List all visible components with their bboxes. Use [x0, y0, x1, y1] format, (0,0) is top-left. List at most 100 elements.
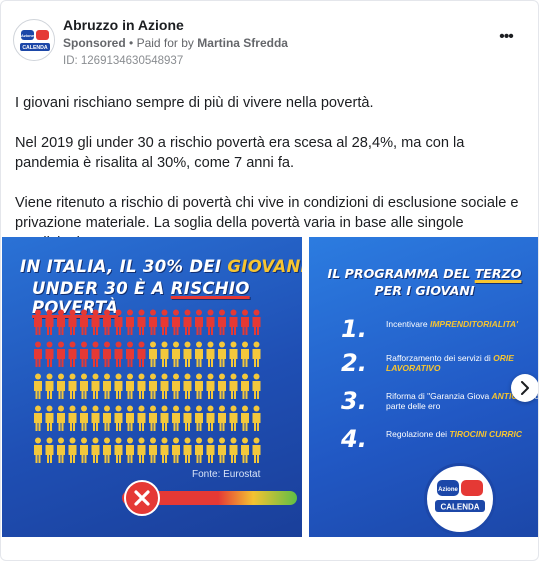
person-icon — [57, 437, 65, 463]
person-icon — [68, 309, 77, 335]
slide1-headline-line1: IN ITALIA, IL 30% DEI GIOVANI — [20, 257, 302, 276]
person-icon — [252, 309, 261, 335]
person-icon — [195, 373, 203, 399]
person-icon — [149, 437, 157, 463]
person-icon — [34, 405, 42, 431]
person-icon — [114, 309, 123, 335]
person-icon — [45, 373, 54, 399]
person-icon — [91, 437, 100, 463]
person-icon — [45, 405, 54, 431]
person-icon — [45, 437, 54, 463]
person-icon — [183, 341, 192, 367]
person-icon — [241, 309, 249, 335]
person-icon — [57, 405, 65, 431]
person-icon — [149, 373, 157, 399]
person-icon — [126, 309, 134, 335]
person-icon — [206, 405, 215, 431]
program-item-number: 2. — [341, 349, 367, 377]
person-icon — [34, 309, 42, 335]
logo2-top: Azione — [438, 487, 458, 493]
person-icon — [229, 309, 238, 335]
person-icon — [137, 405, 146, 431]
person-icon — [218, 437, 226, 463]
post-header: Azione CALENDA Abruzzo in Azione Sponsor… — [13, 13, 528, 73]
post-paragraph-1: I giovani rischiano sempre di più di viv… — [15, 95, 374, 111]
carousel-slide-2[interactable]: IL PROGRAMMA DEL TERZO PER I GIOVANI 1. I… — [309, 237, 538, 537]
person-icon — [137, 437, 146, 463]
person-icon — [183, 405, 192, 431]
program-item-text: Incentivare IMPRENDITORIALITA' — [386, 319, 519, 329]
person-icon — [218, 341, 226, 367]
person-icon — [68, 373, 77, 399]
slide2-title: IL PROGRAMMA DEL TERZO PER I GIOVANI — [327, 266, 522, 298]
person-icon — [160, 309, 169, 335]
person-icon — [172, 405, 180, 431]
person-icon — [34, 373, 42, 399]
person-icon — [114, 341, 123, 367]
paid-for-name: Martina Sfredda — [197, 36, 288, 50]
person-icon — [137, 309, 146, 335]
person-icon — [103, 405, 111, 431]
ad-id: ID: 1269134630548937 — [63, 55, 184, 67]
avatar-logo-bottom: CALENDA — [22, 45, 48, 51]
person-icon — [137, 341, 146, 367]
person-icon — [126, 437, 134, 463]
person-icon — [91, 341, 100, 367]
page-avatar[interactable]: Azione CALENDA — [13, 19, 55, 61]
person-icon — [160, 373, 169, 399]
person-icon — [206, 373, 215, 399]
person-icon — [114, 373, 123, 399]
program-item-number: 4. — [341, 425, 367, 453]
person-icon — [80, 373, 88, 399]
person-icon — [252, 437, 261, 463]
program-item-text: Rafforzamento dei servizi di ORIE LAVORA… — [386, 353, 514, 373]
chevron-right-icon — [521, 381, 529, 395]
person-icon — [229, 373, 238, 399]
program-item-number: 3. — [341, 387, 367, 415]
person-icon — [126, 373, 134, 399]
person-icon — [103, 373, 111, 399]
person-icon — [68, 341, 77, 367]
person-icon — [206, 437, 215, 463]
program-item-number: 1. — [341, 315, 367, 343]
sponsored-line: Sponsored • Paid for by Martina Sfredda — [63, 36, 288, 50]
person-icon — [172, 373, 180, 399]
page-name[interactable]: Abruzzo in Azione — [63, 17, 184, 33]
more-options-button[interactable]: ••• — [494, 29, 518, 45]
person-icon — [252, 405, 261, 431]
ad-card: Azione CALENDA Abruzzo in Azione Sponsor… — [0, 0, 539, 561]
person-icon — [80, 405, 88, 431]
person-icon — [57, 309, 65, 335]
calenda-logo-icon: Azione CALENDA — [435, 480, 485, 512]
person-icon — [218, 405, 226, 431]
person-icon — [241, 373, 249, 399]
person-icon — [183, 309, 192, 335]
person-icon — [195, 341, 203, 367]
person-icon — [126, 341, 134, 367]
person-icon — [91, 373, 100, 399]
source-label: Fonte: Eurostat — [192, 469, 261, 480]
people-grid — [34, 309, 261, 463]
program-item-text: Regolazione dei TIROCINI CURRIC — [386, 429, 523, 439]
person-icon — [45, 309, 54, 335]
post-paragraph-2: Nel 2019 gli under 30 a rischio povertà … — [15, 135, 465, 171]
person-icon — [80, 309, 88, 335]
carousel-slide-1[interactable]: IN ITALIA, IL 30% DEI GIOVANI UNDER 30 È… — [2, 237, 302, 537]
carousel-next-button[interactable] — [511, 374, 538, 402]
person-icon — [34, 341, 42, 367]
person-icon — [160, 341, 169, 367]
person-icon — [252, 373, 261, 399]
logo2-bottom: CALENDA — [440, 503, 479, 512]
person-icon — [172, 341, 180, 367]
person-icon — [241, 437, 249, 463]
person-icon — [160, 405, 169, 431]
person-icon — [45, 341, 54, 367]
person-icon — [114, 437, 123, 463]
person-icon — [149, 309, 157, 335]
image-carousel[interactable]: IN ITALIA, IL 30% DEI GIOVANI UNDER 30 È… — [1, 237, 538, 539]
person-icon — [126, 405, 134, 431]
x-mark-icon — [124, 480, 160, 516]
person-icon — [80, 437, 88, 463]
person-icon — [172, 437, 180, 463]
person-icon — [57, 373, 65, 399]
